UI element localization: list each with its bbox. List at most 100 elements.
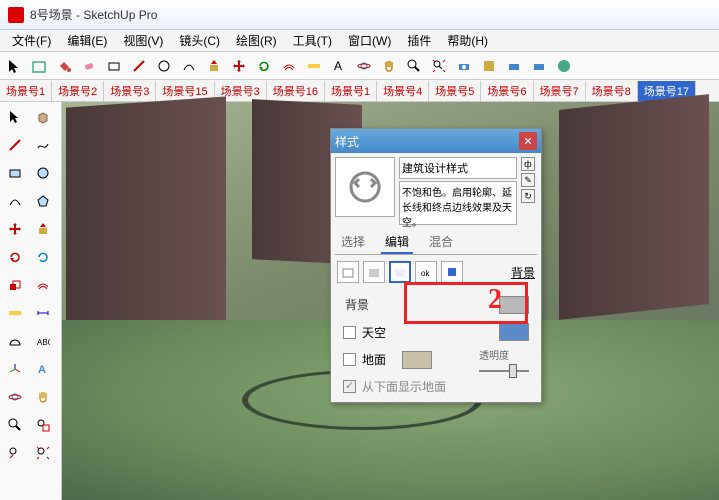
rotate-icon[interactable] — [252, 54, 276, 78]
tab-scene-9[interactable]: 场景号5 — [429, 81, 481, 101]
eraser-icon[interactable] — [77, 54, 101, 78]
move-icon[interactable] — [227, 54, 251, 78]
tab-scene-8[interactable]: 场景号4 — [377, 81, 429, 101]
show-below-checkbox: ✓ — [343, 380, 356, 393]
select-tool-icon[interactable] — [2, 54, 26, 78]
sky-color-swatch[interactable] — [499, 323, 529, 341]
annotation-number: 2 — [488, 284, 502, 316]
arc-tool-icon[interactable] — [2, 188, 28, 214]
offset-icon[interactable] — [277, 54, 301, 78]
close-icon[interactable]: ✕ — [519, 132, 537, 150]
background-settings-icon[interactable] — [389, 261, 411, 283]
scale-icon[interactable] — [2, 272, 28, 298]
prev-view-icon[interactable] — [2, 440, 28, 466]
pan-icon[interactable] — [377, 54, 401, 78]
zoom-window-icon[interactable] — [30, 412, 56, 438]
rectangle-tool-icon[interactable] — [2, 160, 28, 186]
globe-icon[interactable] — [552, 54, 576, 78]
menu-edit[interactable]: 编辑(E) — [59, 30, 115, 51]
main-toolbar: A — [0, 52, 719, 80]
ground-checkbox[interactable] — [343, 353, 356, 366]
line-icon[interactable] — [127, 54, 151, 78]
pan-tool-icon[interactable] — [30, 384, 56, 410]
svg-text:A: A — [334, 59, 342, 73]
line-tool-icon[interactable] — [2, 132, 28, 158]
camera-next-icon[interactable] — [527, 54, 551, 78]
zoom-icon[interactable] — [402, 54, 426, 78]
show-below-row: ✓ 从下面显示地面 — [335, 375, 537, 398]
menu-draw[interactable]: 绘图(R) — [228, 30, 285, 51]
circle-tool-icon[interactable] — [30, 160, 56, 186]
ground-color-swatch[interactable] — [402, 351, 432, 369]
axes-icon[interactable] — [2, 356, 28, 382]
text-tool-icon[interactable]: ABC — [30, 328, 56, 354]
protractor-icon[interactable] — [2, 328, 28, 354]
make-component-icon[interactable] — [27, 54, 51, 78]
polygon-icon[interactable] — [30, 188, 56, 214]
watermark-settings-icon[interactable]: ok — [415, 261, 437, 283]
move-tool-icon[interactable] — [2, 216, 28, 242]
sky-checkbox[interactable] — [343, 326, 356, 339]
style-description[interactable]: 不饱和色。启用轮廓、延长线和终点边线效果及天空。 — [399, 181, 517, 225]
face-settings-icon[interactable] — [363, 261, 385, 283]
title-bar: 8号场景 - SketchUp Pro — [0, 0, 719, 30]
panel-label-background: 背景 — [511, 264, 535, 281]
background-color-swatch[interactable] — [499, 296, 529, 314]
dimension-icon[interactable] — [30, 300, 56, 326]
menu-plugins[interactable]: 插件 — [399, 30, 439, 51]
tab-scene-6[interactable]: 场景号16 — [267, 81, 325, 101]
style-thumbnail[interactable] — [335, 157, 395, 217]
freehand-icon[interactable] — [30, 132, 56, 158]
menu-view[interactable]: 视图(V) — [115, 30, 171, 51]
3dtext-icon[interactable]: A — [30, 356, 56, 382]
edge-settings-icon[interactable] — [337, 261, 359, 283]
tab-scene-3[interactable]: 场景号3 — [104, 81, 156, 101]
zoom-tool-icon[interactable] — [2, 412, 28, 438]
rectangle-icon[interactable] — [102, 54, 126, 78]
tape-measure-icon[interactable] — [302, 54, 326, 78]
camera-icon[interactable] — [452, 54, 476, 78]
pushpull-icon[interactable] — [202, 54, 226, 78]
style-update-icon[interactable]: ф — [521, 157, 535, 171]
zoom-extents-icon[interactable] — [427, 54, 451, 78]
followme-icon[interactable] — [30, 244, 56, 270]
ground-row: 地面 透明度 — [335, 344, 537, 375]
menu-window[interactable]: 窗口(W) — [340, 30, 399, 51]
dialog-titlebar[interactable]: 样式 ✕ — [331, 129, 541, 153]
arc-icon[interactable] — [177, 54, 201, 78]
select-icon[interactable] — [2, 104, 28, 130]
tab-scene-10[interactable]: 场景号6 — [481, 81, 533, 101]
tab-scene-12[interactable]: 场景号8 — [586, 81, 638, 101]
tab-scene-1[interactable]: 场景号1 — [0, 81, 52, 101]
text-icon[interactable]: A — [327, 54, 351, 78]
box-tool-icon[interactable] — [30, 104, 56, 130]
orbit-tool-icon[interactable] — [2, 384, 28, 410]
style-name-input[interactable]: 建筑设计样式 — [399, 157, 517, 179]
tab-mix[interactable]: 混合 — [425, 231, 457, 254]
menu-help[interactable]: 帮助(H) — [439, 30, 496, 51]
modeling-settings-icon[interactable] — [441, 261, 463, 283]
orbit-icon[interactable] — [352, 54, 376, 78]
pushpull-tool-icon[interactable] — [30, 216, 56, 242]
menu-camera[interactable]: 镜头(C) — [171, 30, 228, 51]
rotate-tool-icon[interactable] — [2, 244, 28, 270]
sky-row: 天空 — [335, 320, 537, 344]
zoom-fit-icon[interactable] — [30, 440, 56, 466]
tab-scene-7[interactable]: 场景号1 — [325, 81, 377, 101]
ground-opacity-slider[interactable] — [479, 370, 529, 372]
offset-tool-icon[interactable] — [30, 272, 56, 298]
menu-tools[interactable]: 工具(T) — [285, 30, 340, 51]
tape-icon[interactable] — [2, 300, 28, 326]
style-refresh-icon[interactable]: ↻ — [521, 189, 535, 203]
paint-bucket-icon[interactable] — [52, 54, 76, 78]
camera-prev-icon[interactable] — [502, 54, 526, 78]
tab-select[interactable]: 选择 — [337, 231, 369, 254]
tab-scene-11[interactable]: 场景号7 — [534, 81, 586, 101]
tab-scene-2[interactable]: 场景号2 — [52, 81, 104, 101]
svg-text:ok: ok — [421, 269, 430, 278]
style-new-icon[interactable]: ✎ — [521, 173, 535, 187]
component-icon[interactable] — [477, 54, 501, 78]
circle-icon[interactable] — [152, 54, 176, 78]
tab-edit[interactable]: 编辑 — [381, 231, 413, 254]
menu-file[interactable]: 文件(F) — [4, 30, 59, 51]
